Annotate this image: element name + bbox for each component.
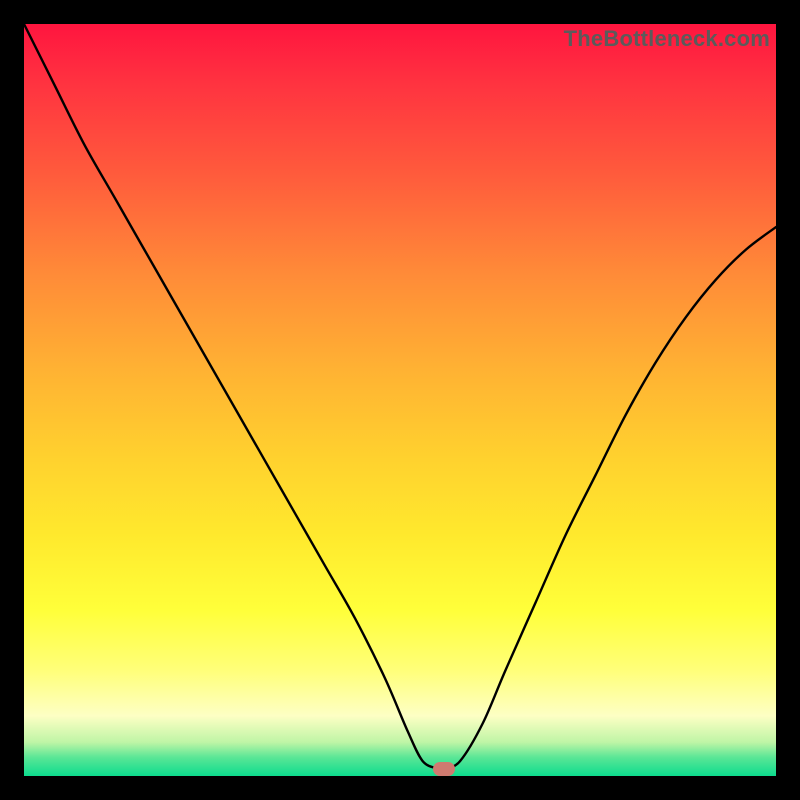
- plot-frame: TheBottleneck.com: [24, 24, 776, 776]
- optimum-marker: [433, 762, 455, 776]
- bottleneck-curve: [24, 24, 776, 776]
- curve-path: [24, 24, 776, 769]
